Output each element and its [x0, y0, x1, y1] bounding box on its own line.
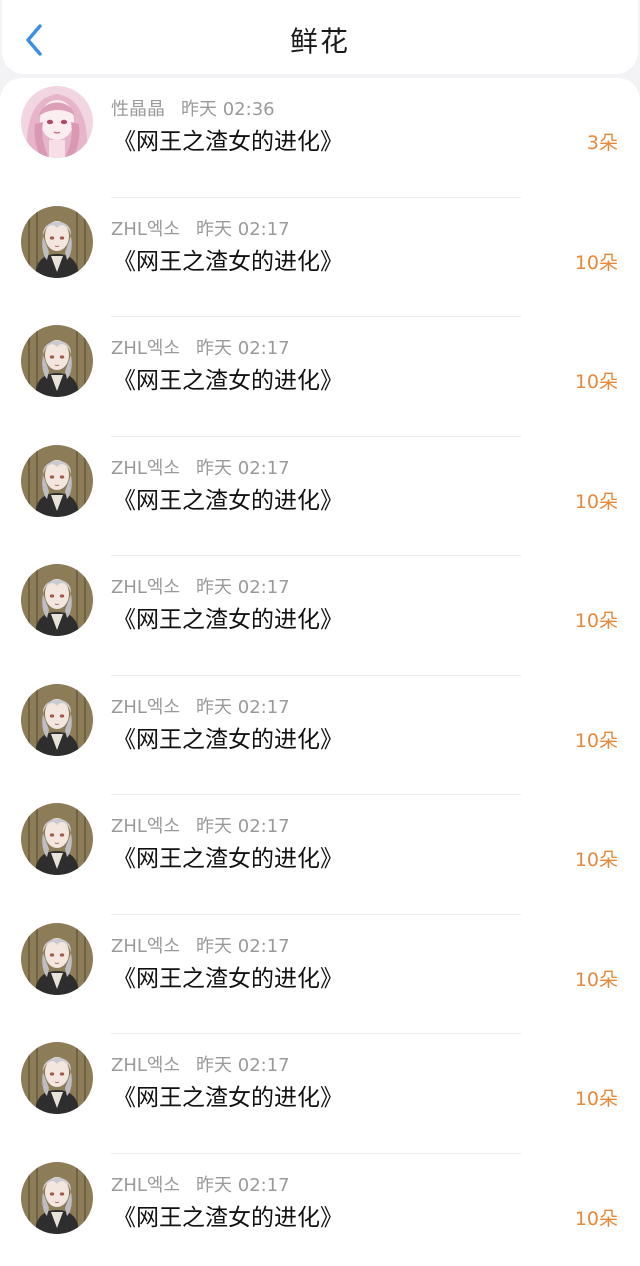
avatar[interactable]	[21, 803, 93, 875]
timestamp: 昨天 02:36	[181, 99, 275, 120]
book-title[interactable]: 《网王之渣女的进化》	[113, 720, 343, 754]
book-title[interactable]: 《网王之渣女的进化》	[113, 959, 343, 993]
flower-count: 10朵	[574, 849, 618, 871]
user-name[interactable]: ZHL엑소	[111, 1175, 180, 1196]
list-item[interactable]: ZHL엑소 昨天 02:17 《网王之渣女的进化》 10朵	[0, 198, 640, 317]
timestamp: 昨天 02:17	[196, 696, 290, 718]
timestamp: 昨天 02:17	[196, 218, 290, 240]
nav-bar: 鲜花	[2, 0, 638, 74]
avatar[interactable]	[21, 86, 93, 158]
avatar[interactable]	[21, 922, 93, 995]
pink-hair-girl-avatar-icon	[21, 86, 93, 158]
timestamp: 昨天 02:17	[196, 577, 290, 598]
list-item[interactable]: ZHL엑소 昨天 02:17 《网王之渣女的进化》 10朵	[0, 795, 640, 915]
book-title[interactable]: 《网王之渣女的进化》	[113, 839, 343, 873]
flower-count: 3朵	[586, 132, 618, 154]
book-title[interactable]: 《网王之渣女的进化》	[113, 600, 343, 634]
user-name[interactable]: 性晶晶	[111, 99, 165, 120]
avatar[interactable]	[21, 564, 93, 636]
silver-hair-boy-avatar-icon	[21, 325, 93, 397]
user-name[interactable]: ZHL엑소	[111, 219, 180, 240]
silver-hair-boy-avatar-icon	[21, 564, 93, 636]
silver-hair-boy-avatar-icon	[21, 683, 93, 756]
list-item[interactable]: ZHL엑소 昨天 02:17 《网王之渣女的进化》 10朵	[0, 676, 640, 795]
list-item[interactable]: 性晶晶 昨天 02:36 《网王之渣女的进化》 3朵	[0, 78, 640, 198]
silver-hair-boy-avatar-icon	[21, 1161, 93, 1234]
flower-count: 10朵	[574, 251, 618, 274]
flower-count: 10朵	[574, 1207, 618, 1230]
list-item[interactable]: ZHL엑소 昨天 02:17 《网王之渣女的进化》 10朵	[0, 1034, 640, 1154]
book-title[interactable]: 《网王之渣女的进化》	[113, 242, 343, 276]
timestamp: 昨天 02:17	[196, 338, 290, 359]
book-title[interactable]: 《网王之渣女的进化》	[113, 481, 343, 515]
silver-hair-boy-avatar-icon	[21, 205, 93, 278]
flower-list: 性晶晶 昨天 02:36 《网王之渣女的进化》 3朵 ZHL엑소 昨天 02:17 …	[0, 78, 640, 1266]
timestamp: 昨天 02:17	[196, 1174, 290, 1196]
timestamp: 昨天 02:17	[196, 816, 290, 837]
avatar[interactable]	[21, 325, 93, 397]
avatar[interactable]	[21, 1161, 93, 1234]
avatar[interactable]	[21, 1042, 93, 1114]
list-item[interactable]: ZHL엑소 昨天 02:17 《网王之渣女的进化》 10朵	[0, 556, 640, 676]
flower-count: 10朵	[574, 968, 618, 991]
timestamp: 昨天 02:17	[196, 457, 290, 479]
flower-count: 10朵	[574, 729, 618, 752]
page: 鲜花 性晶晶 昨天 02:36 《网王之渣女的进化》 3朵 ZHL엑소 昨天 02:…	[0, 0, 640, 1266]
silver-hair-boy-avatar-icon	[21, 444, 93, 517]
user-name[interactable]: ZHL엑소	[111, 816, 180, 837]
flower-count: 10朵	[574, 610, 618, 632]
user-name[interactable]: ZHL엑소	[111, 338, 180, 359]
silver-hair-boy-avatar-icon	[21, 922, 93, 995]
avatar[interactable]	[21, 683, 93, 756]
user-name[interactable]: ZHL엑소	[111, 697, 180, 718]
silver-hair-boy-avatar-icon	[21, 803, 93, 875]
user-name[interactable]: ZHL엑소	[111, 1055, 180, 1076]
book-title[interactable]: 《网王之渣女的进化》	[113, 1198, 343, 1232]
list-item[interactable]: ZHL엑소 昨天 02:17 《网王之渣女的进化》 10朵	[0, 915, 640, 1034]
flower-count: 10朵	[574, 490, 618, 513]
list-item[interactable]: ZHL엑소 昨天 02:17 《网王之渣女的进化》 10朵	[0, 1154, 640, 1266]
timestamp: 昨天 02:17	[196, 1055, 290, 1076]
user-name[interactable]: ZHL엑소	[111, 936, 180, 957]
list-item[interactable]: ZHL엑소 昨天 02:17 《网王之渣女的进化》 10朵	[0, 437, 640, 556]
book-title[interactable]: 《网王之渣女的进化》	[113, 361, 343, 395]
avatar[interactable]	[21, 444, 93, 517]
timestamp: 昨天 02:17	[196, 935, 290, 957]
book-title[interactable]: 《网王之渣女的进化》	[113, 122, 343, 156]
avatar[interactable]	[21, 205, 93, 278]
book-title[interactable]: 《网王之渣女的进化》	[113, 1078, 343, 1112]
user-name[interactable]: ZHL엑소	[111, 577, 180, 598]
user-name[interactable]: ZHL엑소	[111, 458, 180, 479]
list-item[interactable]: ZHL엑소 昨天 02:17 《网王之渣女的进化》 10朵	[0, 317, 640, 437]
page-title: 鲜花	[289, 25, 350, 58]
flower-count: 10朵	[574, 371, 618, 393]
silver-hair-boy-avatar-icon	[21, 1042, 93, 1114]
flower-count: 10朵	[574, 1088, 618, 1110]
